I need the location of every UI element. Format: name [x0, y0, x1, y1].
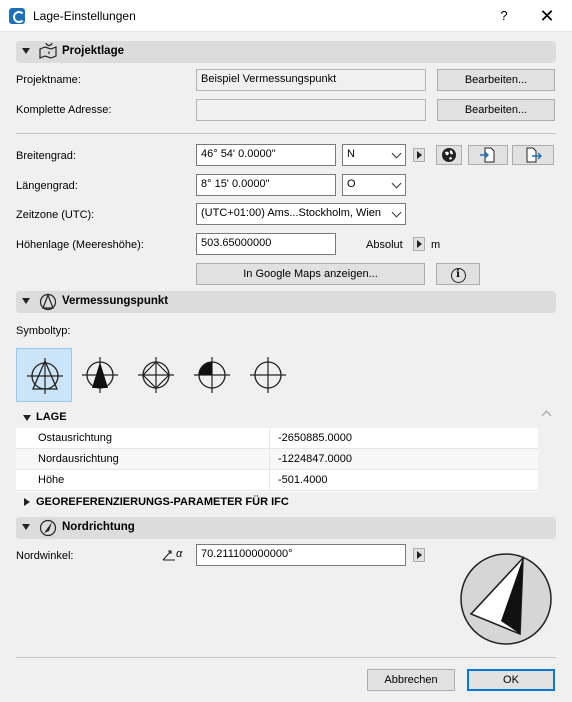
import-file-icon [480, 147, 495, 163]
hoehe-input[interactable]: 503.65000000 [196, 233, 336, 255]
nordwinkel-expand-button[interactable] [413, 548, 425, 562]
edit-adresse-button[interactable]: Bearbeiten... [437, 99, 555, 121]
adresse-field[interactable] [196, 99, 426, 121]
divider [16, 133, 556, 134]
north-arrow-preview [460, 553, 552, 645]
laengengrad-label: Längengrad: [16, 180, 78, 192]
breitengrad-direction-value: N [347, 148, 355, 160]
symbol-type-5-option[interactable] [240, 348, 296, 402]
zeitzone-select[interactable]: (UTC+01:00) Ams...Stockholm, Wien [196, 203, 406, 225]
chevron-down-icon [391, 178, 402, 189]
group-ifc-parameters[interactable]: GEOREFERENZIERUNGS-PARAMETER FÜR IFC [16, 492, 538, 513]
breitengrad-expand-button[interactable] [413, 148, 425, 162]
property-value[interactable]: -2650885.0000 [278, 432, 352, 444]
collapse-icon [22, 48, 30, 54]
scroll-up-icon [541, 410, 552, 421]
edit-projektname-button[interactable]: Bearbeiten... [437, 69, 555, 91]
collapse-icon [22, 524, 30, 530]
app-icon [9, 8, 25, 24]
symbol-type-4-option[interactable] [184, 348, 240, 402]
zeitzone-value: (UTC+01:00) Ams...Stockholm, Wien [201, 207, 382, 219]
close-button[interactable]: ✕ [535, 6, 559, 26]
property-value[interactable]: -501.4000 [278, 474, 328, 486]
property-key: Ostausrichtung [38, 432, 112, 444]
breitengrad-label: Breitengrad: [16, 150, 76, 162]
google-maps-button[interactable]: In Google Maps anzeigen... [196, 263, 425, 285]
chevron-down-icon [391, 207, 402, 218]
export-file-icon [526, 147, 542, 163]
info-button[interactable]: i [436, 263, 480, 285]
property-key: Höhe [38, 474, 65, 486]
group-lage[interactable]: LAGE [16, 407, 538, 428]
property-value[interactable]: -1224847.0000 [278, 453, 352, 465]
table-row[interactable]: Höhe -501.4000 [16, 470, 538, 491]
section-nordrichtung[interactable]: Nordrichtung [16, 517, 556, 539]
table-row[interactable]: Nordausrichtung -1224847.0000 [16, 449, 538, 470]
survey-symbol-outline-icon [27, 358, 63, 394]
ok-button[interactable]: OK [467, 669, 555, 691]
cancel-button[interactable]: Abbrechen [367, 669, 455, 691]
globe-icon [442, 148, 456, 162]
nordwinkel-input[interactable]: 70.211100000000° [196, 544, 406, 566]
angle-arrow-icon [162, 550, 175, 561]
zeitzone-label: Zeitzone (UTC): [16, 209, 95, 221]
window-title: Lage-Einstellungen [33, 9, 136, 23]
table-row[interactable]: Ostausrichtung -2650885.0000 [16, 428, 538, 449]
hoehe-label: Höhenlage (Meereshöhe): [16, 239, 144, 251]
projektname-label: Projektname: [16, 74, 81, 86]
property-key: Nordausrichtung [38, 453, 119, 465]
section-title: Vermessungspunkt [62, 295, 169, 307]
globe-button[interactable] [436, 145, 462, 165]
laengengrad-direction-value: O [347, 178, 356, 190]
divider [16, 657, 556, 658]
breitengrad-input[interactable]: 46° 54' 0.0000" [196, 144, 336, 166]
laengengrad-input[interactable]: 8° 15' 0.0000" [196, 174, 336, 196]
expand-right-icon [24, 498, 30, 506]
survey-point-properties: LAGE Ostausrichtung -2650885.0000 Nordau… [16, 407, 556, 513]
map-pin-icon [39, 43, 57, 59]
group-label: GEOREFERENZIERUNGS-PARAMETER FÜR IFC [36, 496, 289, 508]
symbol-type-1-option[interactable] [16, 348, 72, 402]
column-separator [269, 428, 270, 491]
hoehe-reference-button[interactable] [413, 237, 425, 251]
symbol-type-3-option[interactable] [128, 348, 184, 402]
section-projektlage[interactable]: Projektlage [16, 41, 556, 63]
nordwinkel-label: Nordwinkel: [16, 550, 74, 562]
hoehe-unit: m [431, 239, 441, 251]
info-icon: i [450, 268, 466, 283]
import-location-button[interactable] [468, 145, 508, 165]
scrollbar[interactable] [538, 407, 556, 513]
laengengrad-direction-select[interactable]: O [342, 174, 406, 196]
help-button[interactable]: ? [494, 6, 514, 26]
section-vermessungspunkt[interactable]: Vermessungspunkt [16, 291, 556, 313]
angle-icon: α [162, 547, 192, 563]
section-title: Nordrichtung [62, 521, 135, 533]
title-bar: Lage-Einstellungen ? ✕ [0, 0, 572, 32]
survey-symbol-quadrant-icon [194, 357, 230, 393]
survey-symbol-cross-icon [250, 357, 286, 393]
collapse-icon [22, 298, 30, 304]
projektname-field[interactable]: Beispiel Vermessungspunkt [196, 69, 426, 91]
hoehe-reference-label: Absolut [366, 239, 403, 251]
breitengrad-direction-select[interactable]: N [342, 144, 406, 166]
group-label: LAGE [36, 411, 67, 423]
section-title: Projektlage [62, 45, 124, 57]
survey-point-icon [39, 293, 57, 311]
survey-symbol-diamond-icon [138, 357, 174, 393]
expand-down-icon [23, 415, 31, 421]
export-location-button[interactable] [512, 145, 554, 165]
symbol-type-2-option[interactable] [72, 348, 128, 402]
north-direction-icon [39, 519, 57, 537]
survey-symbol-filled-icon [82, 357, 118, 393]
angle-symbol: α [176, 548, 183, 560]
symboltyp-label: Symboltyp: [16, 325, 71, 337]
chevron-down-icon [391, 148, 402, 159]
adresse-label: Komplette Adresse: [16, 104, 112, 116]
